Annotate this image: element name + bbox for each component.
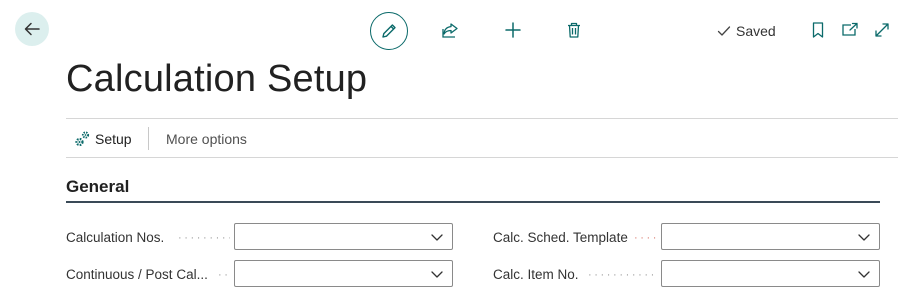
open-new-window-button[interactable]: [836, 16, 864, 44]
continuous-post-cal-select[interactable]: [234, 260, 453, 287]
chevron-down-icon: [858, 233, 870, 241]
calculation-nos-label: Calculation Nos.: [66, 230, 165, 245]
setup-label: Setup: [95, 131, 132, 147]
chevron-down-icon: [431, 270, 443, 278]
continuous-post-cal-label: Continuous / Post Cal...: [66, 267, 208, 282]
pencil-icon: [382, 24, 396, 38]
calculation-nos-select[interactable]: [234, 223, 453, 250]
expand-button[interactable]: [868, 16, 896, 44]
delete-button[interactable]: [560, 16, 588, 44]
actionbar-bottom-divider: [66, 157, 898, 158]
saved-status: Saved: [716, 22, 776, 40]
gears-icon: [75, 131, 90, 147]
page-title: Calculation Setup: [66, 58, 368, 100]
leader-dots: ··········: [178, 232, 230, 244]
checkmark-icon: [717, 26, 731, 36]
bookmark-icon: [812, 22, 824, 38]
open-in-new-window-icon: [842, 22, 858, 36]
actionbar-top-divider: [66, 118, 898, 119]
arrow-left-icon: [24, 22, 40, 36]
saved-label: Saved: [736, 23, 776, 39]
trash-icon: [568, 22, 580, 38]
plus-icon: [505, 22, 521, 38]
more-options-button[interactable]: More options: [166, 128, 247, 150]
back-button[interactable]: [15, 12, 49, 46]
chevron-down-icon: [858, 270, 870, 278]
leader-dots: ··: [218, 269, 230, 281]
share-icon: [442, 23, 458, 38]
share-button[interactable]: [436, 16, 464, 44]
calc-item-no-select[interactable]: [661, 260, 880, 287]
calc-item-no-label: Calc. Item No.: [493, 267, 579, 282]
new-button[interactable]: [499, 16, 527, 44]
calc-sched-template-label: Calc. Sched. Template: [493, 230, 628, 245]
setup-action-button[interactable]: Setup: [74, 128, 132, 150]
required-leader-dots: ····: [634, 232, 658, 244]
chevron-down-icon: [431, 233, 443, 241]
action-separator: [148, 127, 149, 150]
section-title-general[interactable]: General: [66, 177, 129, 197]
calc-sched-template-select[interactable]: [661, 223, 880, 250]
leader-dots: ·············: [588, 269, 658, 281]
section-divider: [66, 201, 880, 203]
edit-button[interactable]: [370, 12, 408, 50]
bookmark-button[interactable]: [804, 16, 832, 44]
expand-icon: [875, 23, 889, 37]
